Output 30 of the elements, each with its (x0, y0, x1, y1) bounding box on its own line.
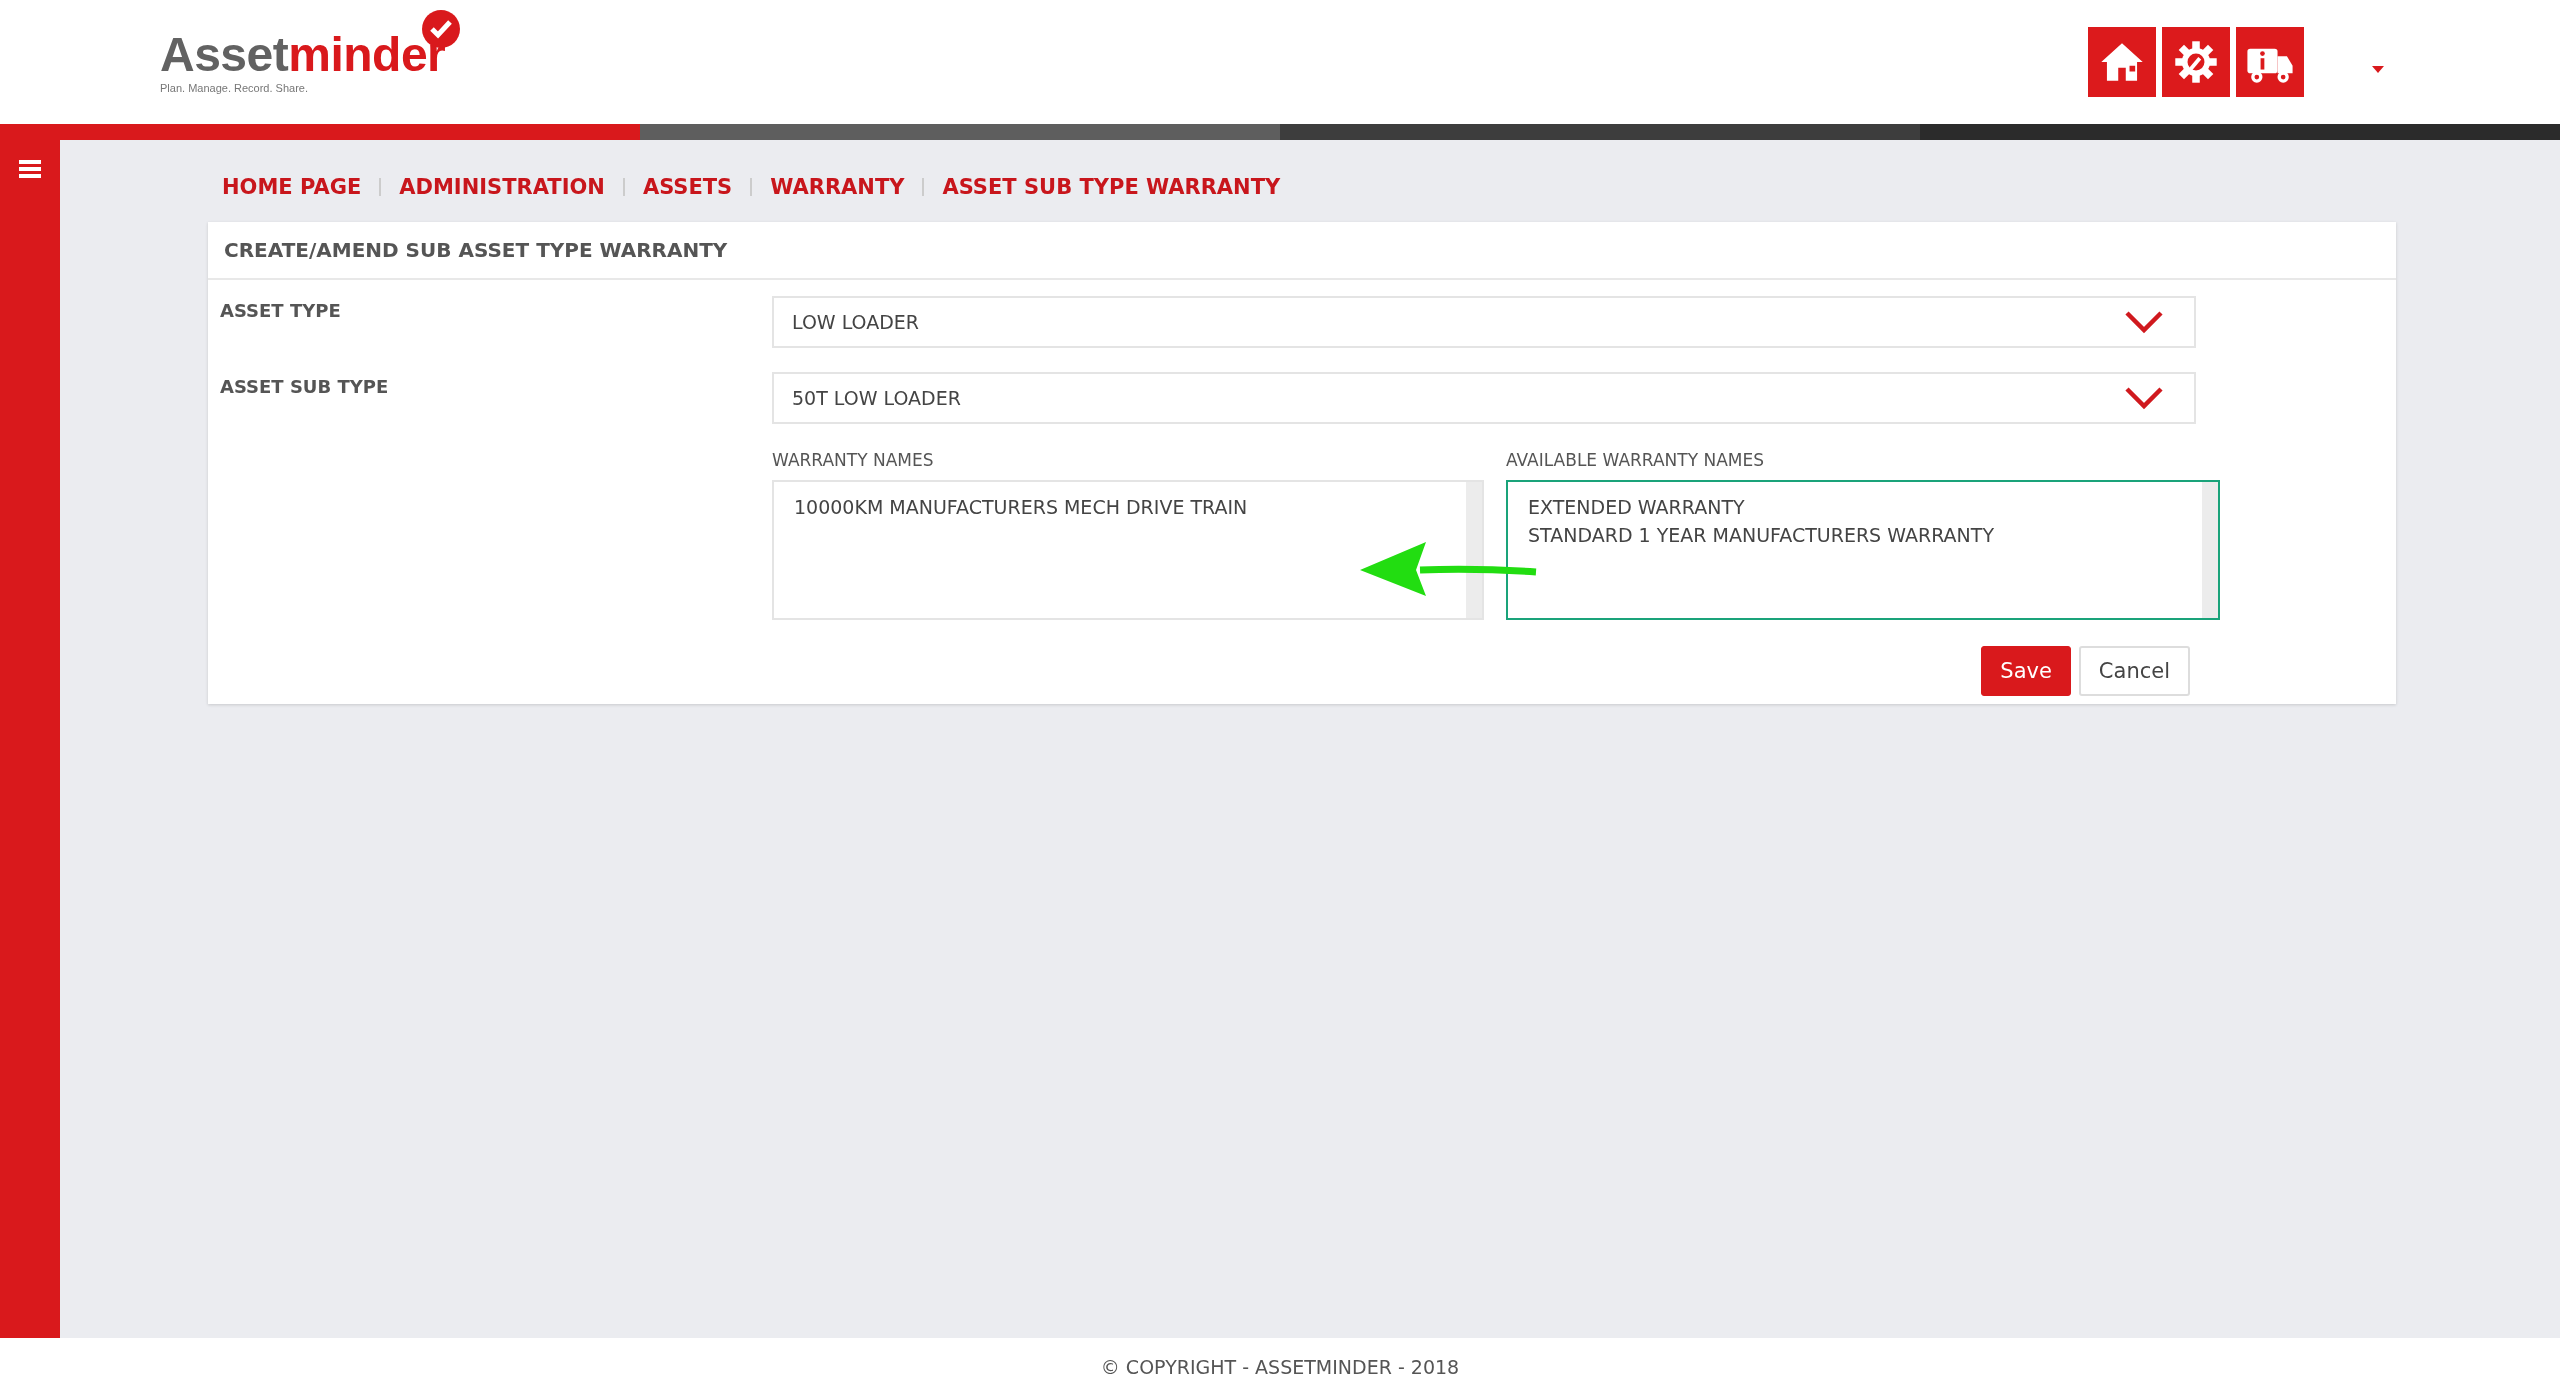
logo-wordmark: Assetminder (160, 30, 446, 80)
field-label: ASSET SUB TYPE (220, 375, 390, 399)
cancel-button[interactable]: Cancel (2078, 646, 2190, 696)
home-icon-button[interactable] (2088, 27, 2156, 97)
breadcrumb-link[interactable]: WARRANTY (770, 175, 905, 199)
list-box[interactable]: 10000KM MANUFACTURERS MECH DRIVE TRAIN (772, 480, 1484, 620)
list-option[interactable]: EXTENDED WARRANTY (1528, 496, 2182, 518)
scrollbar[interactable] (2202, 482, 2218, 618)
breadcrumb-link[interactable]: HOME PAGE (222, 175, 362, 199)
field-label: ASSET TYPE (220, 299, 342, 323)
breadcrumb-link[interactable]: ASSETS (642, 175, 733, 199)
dropdown-caret-icon[interactable] (2372, 65, 2384, 73)
menu-icon[interactable] (19, 158, 41, 178)
chevron-down-icon (2124, 386, 2164, 410)
list-option[interactable]: 10000KM MANUFACTURERS MECH DRIVE TRAIN (794, 496, 1446, 518)
list-option[interactable]: STANDARD 1 YEAR MANUFACTURERS WARRANTY (1528, 524, 2182, 546)
dropdown-field[interactable]: LOW LOADER (772, 296, 2196, 348)
scrollbar[interactable] (1466, 482, 1482, 618)
truck-icon-button[interactable] (2236, 27, 2304, 97)
dropdown-field[interactable]: 50T LOW LOADER (772, 372, 2196, 424)
gear-icon-button[interactable] (2162, 27, 2230, 97)
list-label: WARRANTY NAMES (772, 450, 935, 470)
list-box[interactable]: EXTENDED WARRANTY STANDARD 1 YEAR MANUFACTURERS WARRANTY (1506, 480, 2220, 620)
chevron-down-icon (2124, 310, 2164, 334)
breadcrumb-link[interactable]: ADMINISTRATION (399, 175, 605, 199)
save-button[interactable]: Save (1981, 646, 2071, 696)
logo-tagline: Plan. Manage. Record. Share. (160, 82, 309, 94)
breadcrumb-link[interactable]: ASSET SUB TYPE WARRANTY (942, 175, 1281, 199)
card-title: CREATE/AMEND SUB ASSET TYPE WARRANTY (208, 222, 2396, 280)
list-label: AVAILABLE WARRANTY NAMES (1506, 450, 1765, 470)
